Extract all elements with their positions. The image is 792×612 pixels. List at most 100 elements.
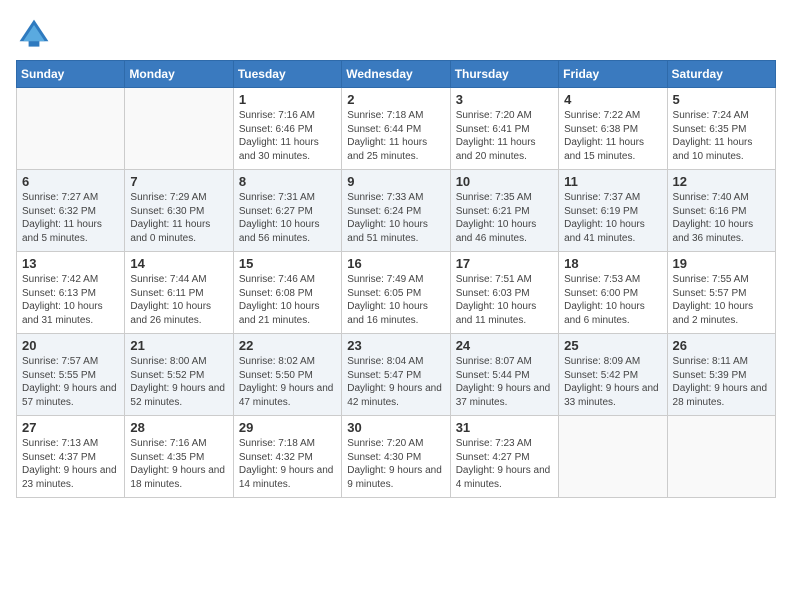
day-header-tuesday: Tuesday — [233, 61, 341, 88]
calendar-week-3: 13 Sunrise: 7:42 AM Sunset: 6:13 PM Dayli… — [17, 252, 776, 334]
day-header-monday: Monday — [125, 61, 233, 88]
calendar-week-2: 6 Sunrise: 7:27 AM Sunset: 6:32 PM Daylig… — [17, 170, 776, 252]
calendar-cell: 20Sunrise: 7:57 AM Sunset: 5:55 PM Dayli… — [17, 334, 125, 416]
day-number: 26 — [673, 338, 770, 353]
calendar-cell: 11 Sunrise: 7:37 AM Sunset: 6:19 PM Dayli… — [559, 170, 667, 252]
calendar-cell: 26 Sunrise: 8:11 AM Sunset: 5:39 PM Dayli… — [667, 334, 775, 416]
calendar-week-4: 20Sunrise: 7:57 AM Sunset: 5:55 PM Dayli… — [17, 334, 776, 416]
calendar-cell: 29Sunrise: 7:18 AM Sunset: 4:32 PM Dayli… — [233, 416, 341, 498]
day-number: 18 — [564, 256, 661, 271]
calendar-cell: 31 Sunrise: 7:23 AM Sunset: 4:27 PM Dayli… — [450, 416, 558, 498]
day-number: 27 — [22, 420, 119, 435]
day-number: 23 — [347, 338, 444, 353]
calendar-cell: 17Sunrise: 7:51 AM Sunset: 6:03 PM Dayli… — [450, 252, 558, 334]
calendar-cell: 8 Sunrise: 7:31 AM Sunset: 6:27 PM Daylig… — [233, 170, 341, 252]
day-number: 11 — [564, 174, 661, 189]
calendar-cell — [125, 88, 233, 170]
calendar-cell: 1 Sunrise: 7:16 AM Sunset: 6:46 PM Daylig… — [233, 88, 341, 170]
day-detail: Sunrise: 7:46 AM Sunset: 6:08 PM Dayligh… — [239, 273, 336, 327]
calendar-week-1: 1 Sunrise: 7:16 AM Sunset: 6:46 PM Daylig… — [17, 88, 776, 170]
calendar-cell: 28Sunrise: 7:16 AM Sunset: 4:35 PM Dayli… — [125, 416, 233, 498]
day-number: 7 — [130, 174, 227, 189]
day-detail: Sunrise: 7:44 AM Sunset: 6:11 PM Dayligh… — [130, 273, 227, 327]
calendar-cell: 4Sunrise: 7:22 AM Sunset: 6:38 PM Daylig… — [559, 88, 667, 170]
day-detail: Sunrise: 7:18 AM Sunset: 4:32 PM Dayligh… — [239, 437, 336, 491]
calendar-cell: 16Sunrise: 7:49 AM Sunset: 6:05 PM Dayli… — [342, 252, 450, 334]
calendar-cell: 9 Sunrise: 7:33 AM Sunset: 6:24 PM Daylig… — [342, 170, 450, 252]
day-detail: Sunrise: 8:11 AM Sunset: 5:39 PM Dayligh… — [673, 355, 770, 409]
day-number: 15 — [239, 256, 336, 271]
day-header-saturday: Saturday — [667, 61, 775, 88]
day-detail: Sunrise: 8:09 AM Sunset: 5:42 PM Dayligh… — [564, 355, 661, 409]
calendar-cell: 21 Sunrise: 8:00 AM Sunset: 5:52 PM Dayli… — [125, 334, 233, 416]
day-number: 25 — [564, 338, 661, 353]
day-detail: Sunrise: 7:42 AM Sunset: 6:13 PM Dayligh… — [22, 273, 119, 327]
day-number: 6 — [22, 174, 119, 189]
calendar-cell: 12Sunrise: 7:40 AM Sunset: 6:16 PM Dayli… — [667, 170, 775, 252]
day-detail: Sunrise: 7:24 AM Sunset: 6:35 PM Dayligh… — [673, 109, 770, 163]
day-number: 4 — [564, 92, 661, 107]
day-number: 16 — [347, 256, 444, 271]
calendar-cell — [17, 88, 125, 170]
calendar-cell: 23 Sunrise: 8:04 AM Sunset: 5:47 PM Dayli… — [342, 334, 450, 416]
day-detail: Sunrise: 7:16 AM Sunset: 6:46 PM Dayligh… — [239, 109, 336, 163]
day-number: 8 — [239, 174, 336, 189]
day-detail: Sunrise: 7:20 AM Sunset: 6:41 PM Dayligh… — [456, 109, 553, 163]
calendar-cell: 3 Sunrise: 7:20 AM Sunset: 6:41 PM Daylig… — [450, 88, 558, 170]
calendar-cell: 18 Sunrise: 7:53 AM Sunset: 6:00 PM Dayli… — [559, 252, 667, 334]
calendar-table: SundayMondayTuesdayWednesdayThursdayFrid… — [16, 60, 776, 498]
day-number: 19 — [673, 256, 770, 271]
calendar-cell: 6 Sunrise: 7:27 AM Sunset: 6:32 PM Daylig… — [17, 170, 125, 252]
day-number: 2 — [347, 92, 444, 107]
day-detail: Sunrise: 7:53 AM Sunset: 6:00 PM Dayligh… — [564, 273, 661, 327]
day-number: 3 — [456, 92, 553, 107]
calendar-cell: 13 Sunrise: 7:42 AM Sunset: 6:13 PM Dayli… — [17, 252, 125, 334]
calendar-cell: 22 Sunrise: 8:02 AM Sunset: 5:50 PM Dayli… — [233, 334, 341, 416]
day-detail: Sunrise: 8:07 AM Sunset: 5:44 PM Dayligh… — [456, 355, 553, 409]
calendar-cell — [559, 416, 667, 498]
calendar-cell — [667, 416, 775, 498]
day-number: 21 — [130, 338, 227, 353]
day-number: 30 — [347, 420, 444, 435]
calendar-cell: 7 Sunrise: 7:29 AM Sunset: 6:30 PM Daylig… — [125, 170, 233, 252]
page-header — [16, 16, 776, 52]
calendar-cell: 30 Sunrise: 7:20 AM Sunset: 4:30 PM Dayli… — [342, 416, 450, 498]
day-detail: Sunrise: 7:40 AM Sunset: 6:16 PM Dayligh… — [673, 191, 770, 245]
day-detail: Sunrise: 8:02 AM Sunset: 5:50 PM Dayligh… — [239, 355, 336, 409]
calendar-cell: 24 Sunrise: 8:07 AM Sunset: 5:44 PM Dayli… — [450, 334, 558, 416]
day-detail: Sunrise: 7:31 AM Sunset: 6:27 PM Dayligh… — [239, 191, 336, 245]
day-detail: Sunrise: 7:13 AM Sunset: 4:37 PM Dayligh… — [22, 437, 119, 491]
day-header-wednesday: Wednesday — [342, 61, 450, 88]
day-number: 22 — [239, 338, 336, 353]
day-detail: Sunrise: 7:37 AM Sunset: 6:19 PM Dayligh… — [564, 191, 661, 245]
day-number: 24 — [456, 338, 553, 353]
day-detail: Sunrise: 8:00 AM Sunset: 5:52 PM Dayligh… — [130, 355, 227, 409]
day-detail: Sunrise: 8:04 AM Sunset: 5:47 PM Dayligh… — [347, 355, 444, 409]
day-number: 14 — [130, 256, 227, 271]
day-number: 5 — [673, 92, 770, 107]
calendar-cell: 10 Sunrise: 7:35 AM Sunset: 6:21 PM Dayli… — [450, 170, 558, 252]
day-detail: Sunrise: 7:57 AM Sunset: 5:55 PM Dayligh… — [22, 355, 119, 409]
day-detail: Sunrise: 7:27 AM Sunset: 6:32 PM Dayligh… — [22, 191, 119, 245]
day-number: 10 — [456, 174, 553, 189]
day-detail: Sunrise: 7:18 AM Sunset: 6:44 PM Dayligh… — [347, 109, 444, 163]
header-row: SundayMondayTuesdayWednesdayThursdayFrid… — [17, 61, 776, 88]
calendar-cell: 15 Sunrise: 7:46 AM Sunset: 6:08 PM Dayli… — [233, 252, 341, 334]
day-detail: Sunrise: 7:35 AM Sunset: 6:21 PM Dayligh… — [456, 191, 553, 245]
day-detail: Sunrise: 7:55 AM Sunset: 5:57 PM Dayligh… — [673, 273, 770, 327]
day-detail: Sunrise: 7:33 AM Sunset: 6:24 PM Dayligh… — [347, 191, 444, 245]
day-number: 31 — [456, 420, 553, 435]
day-number: 17 — [456, 256, 553, 271]
day-detail: Sunrise: 7:20 AM Sunset: 4:30 PM Dayligh… — [347, 437, 444, 491]
day-header-friday: Friday — [559, 61, 667, 88]
day-number: 13 — [22, 256, 119, 271]
day-number: 1 — [239, 92, 336, 107]
logo-icon — [16, 16, 52, 52]
calendar-cell: 14 Sunrise: 7:44 AM Sunset: 6:11 PM Dayli… — [125, 252, 233, 334]
day-number: 9 — [347, 174, 444, 189]
day-detail: Sunrise: 7:29 AM Sunset: 6:30 PM Dayligh… — [130, 191, 227, 245]
day-detail: Sunrise: 7:23 AM Sunset: 4:27 PM Dayligh… — [456, 437, 553, 491]
calendar-cell: 2 Sunrise: 7:18 AM Sunset: 6:44 PM Daylig… — [342, 88, 450, 170]
day-header-thursday: Thursday — [450, 61, 558, 88]
day-detail: Sunrise: 7:16 AM Sunset: 4:35 PM Dayligh… — [130, 437, 227, 491]
